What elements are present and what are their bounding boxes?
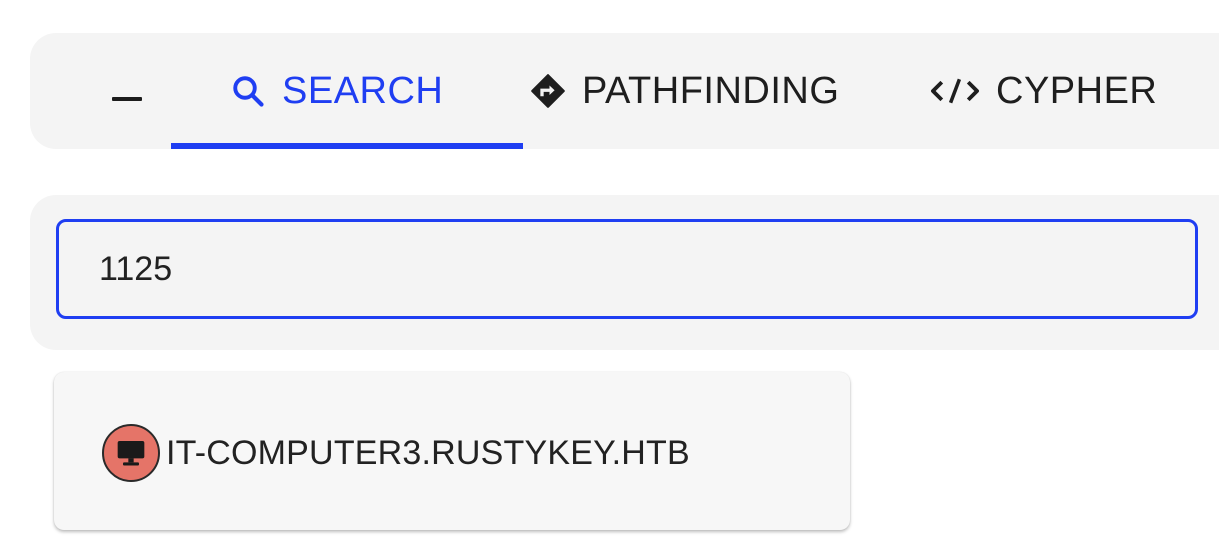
tab-pathfinding[interactable]: PATHFINDING: [530, 33, 839, 149]
collapse-button[interactable]: [98, 77, 156, 121]
search-results-dropdown: IT-COMPUTER3.RUSTYKEY.HTB: [54, 372, 850, 530]
directions-diamond-icon: [530, 73, 566, 109]
tab-pathfinding-label: PATHFINDING: [582, 69, 840, 112]
minus-icon: [112, 97, 142, 101]
tab-cypher-label: CYPHER: [996, 69, 1158, 112]
search-field[interactable]: [56, 219, 1198, 319]
search-icon: [230, 73, 266, 109]
tab-cypher[interactable]: CYPHER: [930, 33, 1157, 149]
tab-bar: SEARCH PATHFINDING CYPHER: [30, 33, 1219, 149]
computer-icon: [102, 424, 160, 482]
search-result-item[interactable]: IT-COMPUTER3.RUSTYKEY.HTB: [102, 424, 690, 482]
code-icon: [930, 73, 980, 109]
page: SEARCH PATHFINDING CYPHER 1125 IT-COMPUT…: [0, 0, 1219, 540]
tab-search-label: SEARCH: [282, 69, 444, 112]
search-panel: [30, 195, 1219, 350]
active-tab-indicator: [171, 143, 523, 149]
tab-search[interactable]: SEARCH: [230, 33, 443, 149]
search-result-label: IT-COMPUTER3.RUSTYKEY.HTB: [166, 433, 690, 472]
search-input[interactable]: [97, 248, 1101, 290]
